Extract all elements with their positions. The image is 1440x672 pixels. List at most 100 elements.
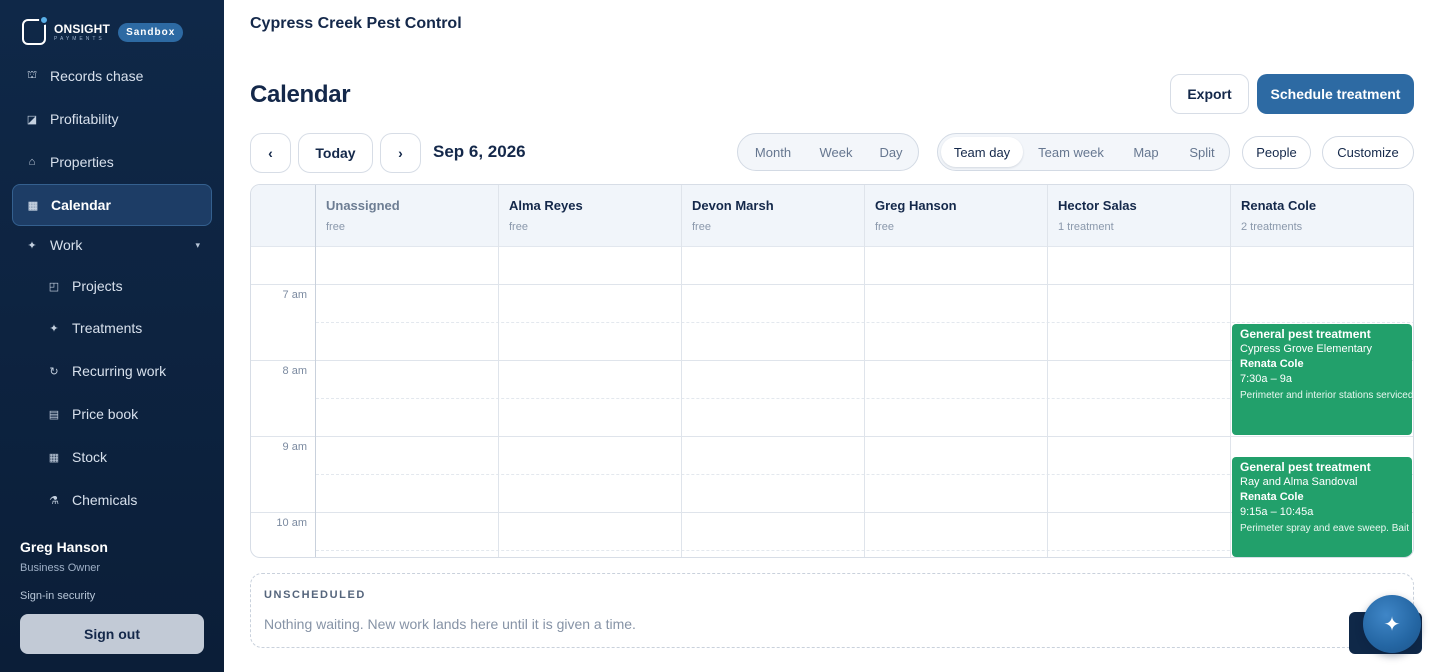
event-time: 7:30a – 9a — [1240, 373, 1292, 385]
calendar-icon: ▦ — [27, 199, 39, 212]
column-divider — [864, 185, 865, 557]
book-icon: ▤ — [48, 408, 60, 421]
customize-button[interactable]: Customize — [1322, 136, 1414, 169]
user-role: Business Owner — [20, 562, 101, 574]
column-divider — [1047, 185, 1048, 557]
today-button[interactable]: Today — [298, 133, 373, 173]
assistant-button[interactable]: ✦ — [1363, 595, 1421, 653]
time-label: 7 am — [282, 289, 307, 301]
sidebar-item-price-book[interactable]: ▤ Price book — [34, 393, 212, 435]
column-header-renata-cole[interactable]: Renata Cole 2 treatments — [1231, 185, 1413, 247]
column-status: free — [875, 221, 894, 233]
sidebar-item-label: Treatments — [72, 320, 143, 336]
sidebar-item-chemicals[interactable]: ⚗ Chemicals — [34, 479, 212, 521]
view-team-day-tab[interactable]: Team day — [941, 137, 1023, 167]
sidebar-item-label: Records chase — [50, 68, 144, 84]
sidebar-item-treatments[interactable]: ✦ Treatments — [34, 307, 212, 349]
column-name: Greg Hanson — [875, 198, 957, 213]
event-card[interactable]: General pest treatment Ray and Alma Sand… — [1232, 457, 1412, 557]
organization-name: Cypress Creek Pest Control — [250, 15, 462, 32]
chevron-down-icon: ▾ — [195, 239, 200, 250]
sidebar: ONSIGHT PAYMENTS Sandbox ⛫ Records chase… — [0, 0, 224, 672]
view-week-tab[interactable]: Week — [808, 137, 864, 167]
environment-badge: Sandbox — [118, 22, 184, 42]
column-name: Renata Cole — [1241, 198, 1317, 213]
calendar-header-row: Unassigned free Alma Reyes free Devon Ma… — [251, 185, 1413, 247]
brand-name: ONSIGHT — [54, 21, 111, 36]
sidebar-item-profitability[interactable]: ◪ Profitability — [12, 98, 212, 140]
column-header-alma-reyes[interactable]: Alma Reyes free — [499, 185, 682, 247]
sidebar-item-label: Stock — [72, 449, 108, 465]
team-view-switcher: Team day Team week Map Split — [937, 133, 1230, 171]
sidebar-item-properties[interactable]: ⌂ Properties — [12, 141, 212, 183]
sidebar-item-projects[interactable]: ◰ Projects — [34, 265, 212, 307]
previous-day-button[interactable]: ‹ — [250, 133, 291, 173]
column-header-hector-salas[interactable]: Hector Salas 1 treatment — [1048, 185, 1231, 247]
sidebar-item-label: Profitability — [50, 111, 119, 127]
unscheduled-empty-message: Nothing waiting. New work lands here unt… — [264, 616, 636, 632]
time-label: 9 am — [282, 441, 307, 453]
view-team-week-tab[interactable]: Team week — [1027, 137, 1115, 167]
unscheduled-title: UNSCHEDULED — [264, 589, 366, 601]
chart-icon: ◪ — [26, 113, 38, 126]
column-header-unassigned[interactable]: Unassigned free — [316, 185, 499, 247]
time-label: 10 am — [276, 517, 307, 529]
column-header-greg-hanson[interactable]: Greg Hanson free — [865, 185, 1048, 247]
sidebar-item-label: Recurring work — [72, 363, 167, 379]
sidebar-item-label: Work — [50, 237, 83, 253]
page-title: Calendar — [250, 81, 351, 108]
time-label: 8 am — [282, 365, 307, 377]
column-status: free — [509, 221, 528, 233]
sidebar-item-recurring-work[interactable]: ↻ Recurring work — [34, 350, 212, 392]
column-divider — [498, 185, 499, 557]
schedule-treatment-button[interactable]: Schedule treatment — [1257, 74, 1414, 114]
event-location: Cypress Grove Elementary — [1240, 343, 1373, 355]
event-card[interactable]: General pest treatment Cypress Grove Ele… — [1232, 324, 1412, 435]
column-header-devon-marsh[interactable]: Devon Marsh free — [682, 185, 865, 247]
view-map-tab[interactable]: Map — [1119, 137, 1173, 167]
event-time: 9:15a – 10:45a — [1240, 506, 1314, 518]
brand-text: ONSIGHT PAYMENTS — [54, 23, 110, 42]
column-status: free — [326, 221, 345, 233]
records-icon: ⛫ — [26, 69, 38, 81]
team-day-calendar: Unassigned free Alma Reyes free Devon Ma… — [250, 184, 1414, 558]
sidebar-item-label: Chemicals — [72, 492, 138, 508]
sparkle-icon: ✦ — [1383, 613, 1401, 636]
half-hour-line — [316, 322, 1413, 323]
user-name: Greg Hanson — [20, 539, 108, 555]
sidebar-item-label: Projects — [72, 278, 123, 294]
sidebar-item-stock[interactable]: ▦ Stock — [34, 436, 212, 478]
sparkle-icon: ✦ — [49, 322, 59, 335]
next-day-button[interactable]: › — [380, 133, 421, 173]
view-split-tab[interactable]: Split — [1177, 137, 1227, 167]
people-button[interactable]: People — [1242, 136, 1311, 169]
time-column-divider — [315, 185, 316, 557]
export-button[interactable]: Export — [1170, 74, 1249, 114]
view-day-tab[interactable]: Day — [868, 137, 914, 167]
column-name: Alma Reyes — [509, 198, 583, 213]
sidebar-item-label: Calendar — [51, 197, 111, 213]
column-status: free — [692, 221, 711, 233]
brand-logo-icon — [22, 15, 49, 45]
event-note: Perimeter and interior stations serviced — [1240, 390, 1412, 401]
view-month-tab[interactable]: Month — [742, 137, 804, 167]
event-title: General pest treatment — [1240, 327, 1371, 341]
unscheduled-panel[interactable]: UNSCHEDULED Nothing waiting. New work la… — [250, 573, 1414, 648]
column-status: 1 treatment — [1058, 221, 1114, 233]
event-technician: Renata Cole — [1240, 358, 1304, 370]
sign-in-security-link[interactable]: Sign-in security — [20, 590, 95, 602]
sidebar-item-calendar[interactable]: ▦ Calendar — [12, 184, 212, 226]
column-divider — [1230, 185, 1231, 557]
event-location: Ray and Alma Sandoval — [1240, 476, 1358, 488]
stock-icon: ▦ — [48, 451, 60, 464]
column-status: 2 treatments — [1241, 221, 1303, 233]
range-view-switcher: Month Week Day — [737, 133, 919, 171]
column-name: Devon Marsh — [692, 198, 774, 213]
column-divider — [681, 185, 682, 557]
sign-out-button[interactable]: Sign out — [20, 614, 204, 654]
sidebar-item-records-chase[interactable]: ⛫ Records chase — [12, 55, 212, 97]
brand[interactable]: ONSIGHT PAYMENTS Sandbox — [22, 15, 184, 46]
brand-subtitle: PAYMENTS — [54, 35, 105, 42]
sidebar-item-work[interactable]: ✦ Work ▾ — [12, 224, 212, 266]
event-technician: Renata Cole — [1240, 491, 1304, 503]
